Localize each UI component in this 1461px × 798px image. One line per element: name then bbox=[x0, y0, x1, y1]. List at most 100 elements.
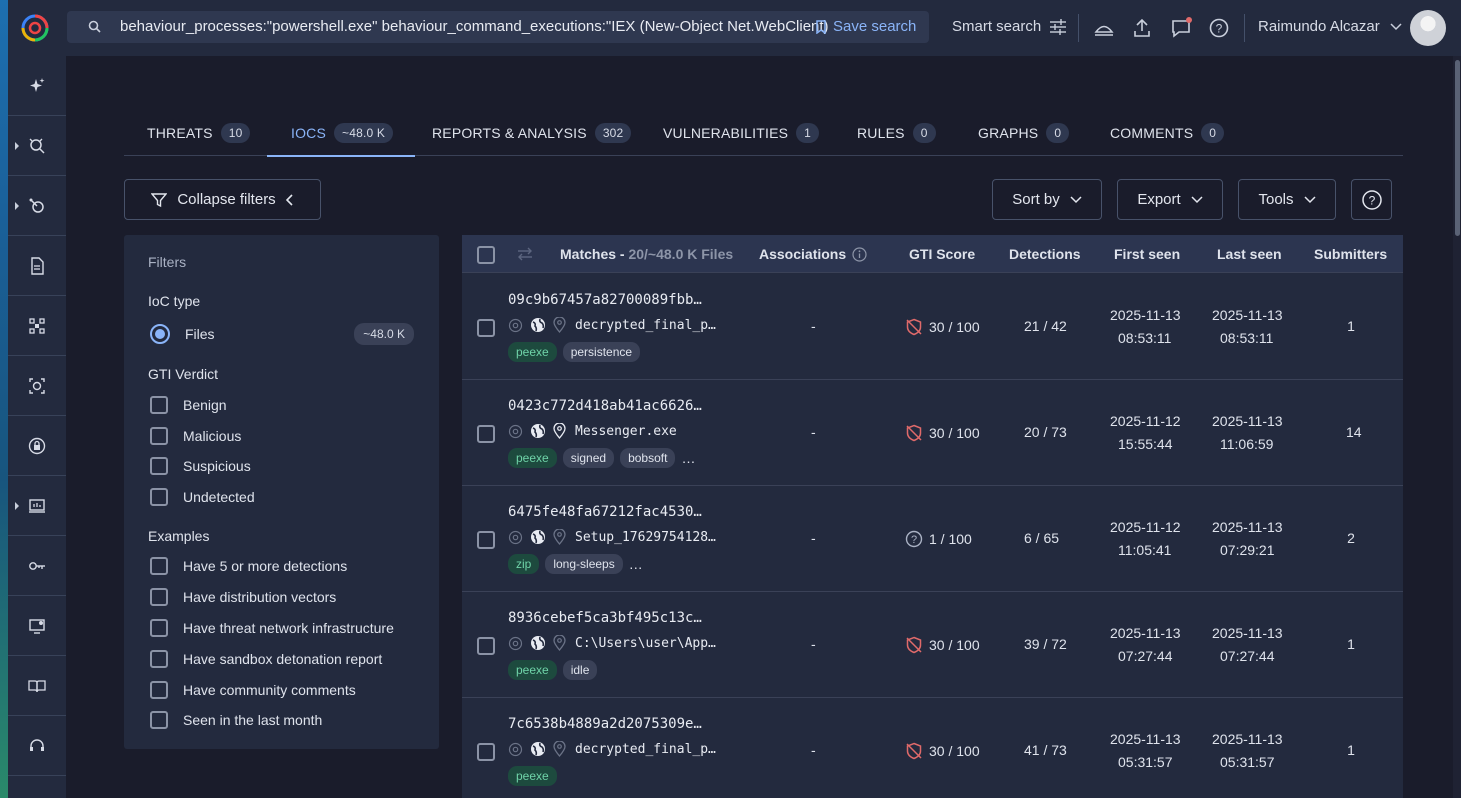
example-threat-network-checkbox[interactable]: Have threat network infrastructure bbox=[150, 619, 394, 637]
notifications-chat-icon[interactable] bbox=[1170, 17, 1192, 39]
sandbox-icon bbox=[508, 636, 523, 650]
row-checkbox[interactable] bbox=[477, 743, 495, 761]
file-tag[interactable]: bobsoft bbox=[620, 448, 676, 468]
checkbox[interactable] bbox=[150, 457, 168, 475]
file-tag[interactable]: peexe bbox=[508, 342, 557, 362]
ioc-type-files-radio[interactable]: Files bbox=[150, 324, 215, 344]
sidebar-item-dashboard[interactable] bbox=[8, 476, 66, 536]
sidebar-item-security[interactable] bbox=[8, 416, 66, 476]
example-distribution-vectors-checkbox[interactable]: Have distribution vectors bbox=[150, 588, 336, 606]
search-input[interactable]: behaviour_processes:"powershell.exe" beh… bbox=[120, 18, 829, 35]
file-tag[interactable]: persistence bbox=[562, 342, 641, 362]
sidebar-item-support[interactable] bbox=[8, 716, 66, 776]
file-hash-link[interactable]: 6475fe48fa67212fac4530… bbox=[508, 504, 702, 520]
example-5-detections-checkbox[interactable]: Have 5 or more detections bbox=[150, 557, 347, 575]
examples-heading: Examples bbox=[148, 528, 210, 544]
tools-button[interactable]: Tools bbox=[1238, 179, 1336, 220]
file-hash-link[interactable]: 7c6538b4889a2d2075309e… bbox=[508, 716, 702, 732]
verdict-malicious-checkbox[interactable]: Malicious bbox=[150, 427, 241, 445]
gti-score-header[interactable]: GTI Score bbox=[909, 246, 975, 262]
file-tag[interactable]: idle bbox=[562, 660, 598, 680]
example-community-comments-checkbox[interactable]: Have community comments bbox=[150, 681, 356, 699]
collapse-filters-button[interactable]: Collapse filters bbox=[124, 179, 321, 220]
sidebar-item-graph[interactable] bbox=[8, 296, 66, 356]
upload-icon[interactable] bbox=[1131, 17, 1153, 39]
more-tags[interactable]: … bbox=[681, 450, 695, 466]
tab-comments[interactable]: COMMENTS 0 bbox=[1110, 110, 1225, 156]
sidebar-item-devices[interactable] bbox=[8, 596, 66, 656]
file-tag[interactable]: long-sleeps bbox=[545, 554, 623, 574]
file-tags: peexe persistence bbox=[508, 342, 641, 362]
submitters-header[interactable]: Submitters bbox=[1314, 246, 1387, 262]
first-seen-header[interactable]: First seen bbox=[1114, 246, 1180, 262]
file-tag[interactable]: peexe bbox=[508, 448, 557, 468]
file-tag[interactable]: signed bbox=[562, 448, 615, 468]
tab-iocs[interactable]: IOCS ~48.0 K bbox=[266, 110, 416, 157]
sidebar-item-threat-landscape[interactable] bbox=[8, 176, 66, 236]
page-scrollbar[interactable] bbox=[1453, 56, 1461, 798]
file-tag[interactable]: peexe bbox=[508, 660, 557, 680]
row-checkbox[interactable] bbox=[477, 637, 495, 655]
checkbox[interactable] bbox=[150, 650, 168, 668]
row-checkbox[interactable] bbox=[477, 531, 495, 549]
row-checkbox[interactable] bbox=[477, 319, 495, 337]
app-logo-icon[interactable] bbox=[20, 11, 50, 43]
tab-reports-analysis[interactable]: REPORTS & ANALYSIS 302 bbox=[432, 110, 632, 156]
checkbox[interactable] bbox=[150, 396, 168, 414]
sort-by-button[interactable]: Sort by bbox=[992, 179, 1102, 220]
info-icon[interactable] bbox=[852, 246, 867, 262]
checkbox[interactable] bbox=[150, 619, 168, 637]
help-icon[interactable]: ? bbox=[1208, 17, 1230, 39]
example-sandbox-report-checkbox[interactable]: Have sandbox detonation report bbox=[150, 650, 382, 668]
sidebar-item-docs[interactable] bbox=[8, 656, 66, 716]
tab-graphs[interactable]: GRAPHS 0 bbox=[978, 110, 1070, 156]
row-checkbox[interactable] bbox=[477, 425, 495, 443]
more-tags[interactable]: … bbox=[629, 556, 643, 572]
example-last-month-checkbox[interactable]: Seen in the last month bbox=[150, 711, 322, 729]
table-row[interactable]: 09c9b67457a82700089fbb… decrypted_final_p… bbox=[462, 274, 1403, 380]
checkbox[interactable] bbox=[150, 488, 168, 506]
sidebar-item-monitoring[interactable] bbox=[8, 356, 66, 416]
checkbox[interactable] bbox=[150, 557, 168, 575]
checkbox[interactable] bbox=[150, 711, 168, 729]
smart-search-button[interactable]: Smart search bbox=[952, 18, 1067, 35]
last-seen-date: 2025-11-13 bbox=[1212, 307, 1283, 323]
tab-vulnerabilities[interactable]: VULNERABILITIES 1 bbox=[663, 110, 820, 156]
file-hash-link[interactable]: 0423c772d418ab41ac6626… bbox=[508, 398, 702, 414]
file-tag[interactable]: zip bbox=[508, 554, 540, 574]
checkbox[interactable] bbox=[150, 681, 168, 699]
tab-threats[interactable]: THREATS 10 bbox=[147, 110, 251, 156]
user-menu[interactable]: Raimundo Alcazar bbox=[1258, 18, 1402, 35]
detections-header[interactable]: Detections bbox=[1009, 246, 1081, 262]
checkbox[interactable] bbox=[150, 427, 168, 445]
sidebar-item-api-keys[interactable] bbox=[8, 536, 66, 596]
table-row[interactable]: 0423c772d418ab41ac6626… Messenger.exe peex… bbox=[462, 380, 1403, 486]
tab-rules[interactable]: RULES 0 bbox=[857, 110, 936, 156]
table-row[interactable]: 7c6538b4889a2d2075309e… decrypted_final_p… bbox=[462, 698, 1403, 798]
help-button[interactable]: ? bbox=[1351, 179, 1392, 220]
sidebar-item-reports[interactable] bbox=[8, 236, 66, 296]
select-all-checkbox[interactable] bbox=[477, 246, 495, 264]
sidebar-item-threat-hunting[interactable] bbox=[8, 116, 66, 176]
save-search-button[interactable]: Save search bbox=[815, 18, 916, 35]
search-bar[interactable]: behaviour_processes:"powershell.exe" beh… bbox=[67, 11, 929, 43]
file-tag[interactable]: peexe bbox=[508, 766, 557, 786]
verdict-benign-checkbox[interactable]: Benign bbox=[150, 396, 227, 414]
checkbox[interactable] bbox=[150, 588, 168, 606]
verdict-suspicious-checkbox[interactable]: Suspicious bbox=[150, 457, 251, 475]
file-hash-link[interactable]: 09c9b67457a82700089fbb… bbox=[508, 292, 702, 308]
table-row[interactable]: 8936cebef5ca3bf495c13c… C:\Users\user\App… bbox=[462, 592, 1403, 698]
verdict-undetected-checkbox[interactable]: Undetected bbox=[150, 488, 255, 506]
avatar[interactable] bbox=[1410, 10, 1446, 46]
tray-icon[interactable] bbox=[1093, 17, 1115, 39]
table-row[interactable]: 6475fe48fa67212fac4530… Setup_17629754128… bbox=[462, 486, 1403, 592]
scrollbar-thumb[interactable] bbox=[1455, 60, 1460, 236]
associations-header[interactable]: Associations bbox=[759, 246, 867, 262]
file-hash-link[interactable]: 8936cebef5ca3bf495c13c… bbox=[508, 610, 702, 626]
location-pin-icon bbox=[553, 635, 566, 651]
sidebar-item-ai[interactable] bbox=[8, 56, 66, 116]
last-seen-header[interactable]: Last seen bbox=[1217, 246, 1282, 262]
export-button[interactable]: Export bbox=[1117, 179, 1223, 220]
swap-icon[interactable] bbox=[517, 247, 533, 261]
sliders-icon bbox=[1050, 18, 1067, 35]
